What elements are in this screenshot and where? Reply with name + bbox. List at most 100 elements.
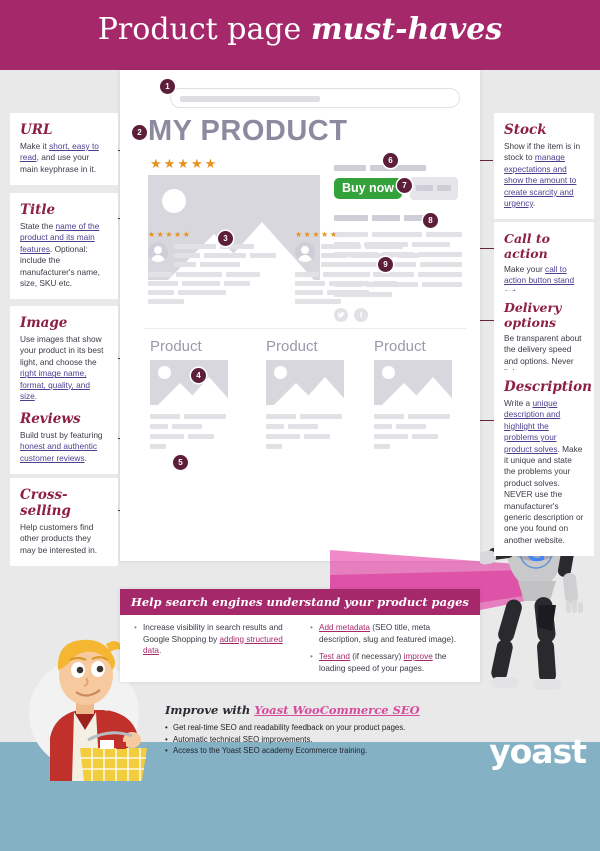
marker-2[interactable]: 2: [132, 125, 147, 140]
desc-line-5c: [418, 272, 462, 277]
inline-text: Write a: [504, 398, 533, 408]
desc-line-2c: [412, 242, 450, 247]
info-box-stock: Stock Show if the item is in stock to ma…: [494, 113, 594, 220]
quantity-selector[interactable]: [410, 177, 458, 200]
review-1-avatar: [148, 242, 168, 262]
review-2-line-4a: [295, 272, 319, 277]
panel-list-right: Add metadata (SEO title, meta descriptio…: [310, 622, 472, 674]
info-box-body: Use images that show your product in its…: [20, 334, 108, 402]
info-box-reviews: Reviews Build trust by featuring honest …: [10, 402, 118, 475]
inline-text: .: [158, 646, 162, 655]
facebook-icon[interactable]: [354, 308, 368, 322]
inline-text: Build trust by featuring: [20, 430, 103, 440]
review-2-line-7: [295, 299, 341, 304]
marker-1[interactable]: 1: [160, 79, 175, 94]
search-engines-panel-heading: Help search engines understand your prod…: [131, 595, 469, 609]
review-2-line-5a: [295, 281, 325, 286]
marker-5[interactable]: 5: [173, 455, 188, 470]
marker-4[interactable]: 4: [191, 368, 206, 383]
twitter-icon[interactable]: [334, 308, 348, 322]
review-2-line-5c: [373, 281, 397, 286]
review-1-line-3a: [174, 262, 196, 267]
review-1-line-2c: [250, 253, 276, 258]
info-box-title: Stock: [504, 122, 547, 138]
yoast-logo: yoast: [489, 732, 587, 771]
review-1-line-2a: [174, 253, 200, 258]
desc-line-6c: [422, 282, 462, 287]
inline-text: Help customers find other products they …: [20, 522, 98, 555]
review-2-line-6a: [295, 290, 323, 295]
related-product-image: [150, 360, 234, 405]
desc-line-4c: [420, 262, 462, 267]
list-item: Automatic technical SEO improvements.: [165, 734, 495, 746]
list-item: Test and (if necessary) improve the load…: [310, 651, 472, 674]
review-2-line-4b: [323, 272, 369, 277]
review-1-line-7: [148, 299, 184, 304]
marker-9[interactable]: 9: [378, 257, 393, 272]
review-2-line-2a: [321, 253, 347, 258]
review-2-line-1a: [321, 244, 361, 249]
info-box-body: State the name of the product and its ma…: [20, 221, 108, 289]
stock-bar-1: [334, 165, 366, 171]
review-2-line-3a: [321, 262, 349, 267]
info-box-body: Build trust by featuring honest and auth…: [20, 430, 108, 464]
desc-line-1b: [372, 232, 422, 237]
panel-list-left: Increase visibility in search results an…: [134, 622, 294, 657]
marker-7[interactable]: 7: [397, 178, 412, 193]
page-title-emphasis: must-haves: [310, 12, 503, 47]
mock-product-title: MY PRODUCT: [148, 115, 348, 147]
marker-8[interactable]: 8: [423, 213, 438, 228]
review-2-line-2c: [397, 253, 419, 258]
yoast-promo-heading-plain: Improve with: [165, 703, 255, 717]
inline-text: .: [84, 452, 87, 463]
review-1-line-1a: [174, 244, 216, 249]
product-rating-stars: ★★★★★: [150, 156, 219, 171]
review-1-line-6a: [148, 290, 174, 295]
related-product-image: [374, 360, 458, 405]
info-box-cross-selling: Cross-selling Help customers find other …: [10, 478, 118, 567]
review-1-line-3b: [200, 262, 240, 267]
inline-link[interactable]: right image name, format, quality, and s…: [20, 368, 90, 401]
inline-link[interactable]: Add metadata: [319, 623, 370, 632]
review-1-stars: ★★★★★: [148, 230, 192, 239]
review-2-avatar: [295, 242, 315, 262]
yoast-woocommerce-seo-link[interactable]: Yoast WooCommerce SEO: [254, 703, 419, 717]
marker-6[interactable]: 6: [383, 153, 398, 168]
page-title: Product page must-haves: [0, 12, 600, 47]
delivery-bar-2: [372, 215, 400, 221]
related-product-label: Product: [374, 338, 426, 355]
info-box-title: Image: [20, 315, 68, 331]
info-box-title: Cross-selling: [20, 487, 71, 519]
section-divider: [144, 328, 466, 329]
yoast-promo-heading: Improve with Yoast WooCommerce SEO: [165, 703, 495, 717]
inline-text: .: [532, 198, 536, 209]
search-bar[interactable]: [170, 88, 460, 108]
quantity-bar-2: [437, 185, 451, 191]
desc-line-3c: [418, 252, 462, 257]
info-box-description: Description Write a unique description a…: [494, 370, 594, 557]
search-bar-fill: [180, 96, 320, 102]
search-engines-panel-header: Help search engines understand your prod…: [120, 589, 480, 615]
inline-text: Use images that show your product in its…: [20, 334, 104, 367]
info-box-title: Title: [20, 202, 56, 218]
related-product-label: Product: [266, 338, 318, 355]
review-1-line-6b: [178, 290, 226, 295]
list-item: Increase visibility in search results an…: [134, 622, 294, 657]
info-box-title-section: Title State the name of the product and …: [10, 193, 118, 300]
info-box-title: Delivery options: [504, 300, 562, 330]
inline-link[interactable]: improve: [404, 652, 433, 661]
inline-text: Make it: [20, 141, 50, 151]
review-1-line-5b: [182, 281, 220, 286]
info-box-title: Description: [504, 379, 592, 395]
marker-3[interactable]: 3: [218, 231, 233, 246]
review-2-line-1b: [365, 244, 403, 249]
review-2-line-5b: [329, 281, 369, 286]
panel-column-right: Add metadata (SEO title, meta descriptio…: [310, 622, 472, 680]
inline-text: .: [34, 391, 38, 402]
inline-text: State the: [20, 221, 56, 231]
info-box-title: URL: [20, 122, 53, 138]
review-1-line-4b: [176, 272, 222, 277]
buy-now-button[interactable]: Buy now: [334, 178, 402, 199]
inline-link[interactable]: Test and: [319, 652, 350, 661]
review-2-stars: ★★★★★: [295, 230, 339, 239]
